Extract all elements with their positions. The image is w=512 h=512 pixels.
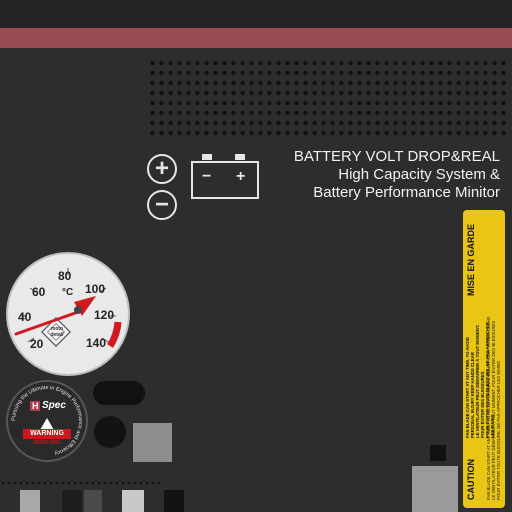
plus-symbol: + bbox=[154, 155, 169, 182]
panel-title-line3: Battery Performance Minitor bbox=[313, 184, 500, 201]
gauge-tick-40: 40 bbox=[18, 310, 32, 324]
gauge-tick-100: 100 bbox=[85, 282, 106, 296]
top-strip bbox=[0, 0, 512, 28]
warning-label: WARNING bbox=[23, 429, 71, 439]
caution-line1: FAN BLADE CAN START AT ANY TIME. TO AVOI… bbox=[465, 337, 475, 438]
brand-prefix: H bbox=[32, 401, 39, 411]
gauge-tick-60: 60 bbox=[32, 285, 46, 299]
caution-label: CAUTION FAN BLADE CAN START AT ANY TIME.… bbox=[463, 210, 505, 508]
caution-line2: LE VENTILATEUR PEUT DÉMARRER À TOUT MOME… bbox=[475, 324, 485, 438]
square-button[interactable] bbox=[133, 423, 172, 462]
plus-icon: + bbox=[147, 154, 177, 184]
caution-line3b: POUR ÉVITER TOUTE BLESSURE, NE PAS APPRO… bbox=[496, 361, 501, 500]
bottom-chip-5 bbox=[164, 490, 184, 512]
round-button[interactable] bbox=[94, 416, 126, 448]
gauge-redzone bbox=[106, 321, 122, 348]
warning-sublabel: REMOVING bbox=[33, 440, 61, 446]
minus-symbol: − bbox=[154, 191, 169, 218]
gauge-hub bbox=[74, 306, 82, 314]
battery-terminal-positive bbox=[235, 154, 245, 160]
indicator-square bbox=[430, 445, 446, 461]
bottom-chip-2 bbox=[62, 490, 82, 512]
gauge-unit: °C bbox=[62, 287, 74, 298]
bottom-dot-row bbox=[0, 481, 160, 485]
battery-terminal-negative bbox=[202, 154, 212, 160]
red-accent-stripe bbox=[0, 28, 512, 48]
slot-button[interactable] bbox=[93, 381, 145, 405]
bottom-chip-3 bbox=[84, 490, 102, 512]
gauge-tick-80: 80 bbox=[58, 269, 72, 283]
battery-icon: − + bbox=[191, 161, 259, 199]
warning-badge: Pursuing the Ultimate in Engine Performa… bbox=[6, 380, 88, 462]
badge-ring: Pursuing the Ultimate in Engine Performa… bbox=[11, 385, 83, 456]
gauge-tick-20: 20 bbox=[30, 337, 44, 351]
bottom-chip-4 bbox=[122, 490, 144, 512]
caution-header-en: CAUTION bbox=[466, 459, 476, 500]
battery-minus-sign: − bbox=[202, 168, 212, 185]
brand-name: Spec bbox=[42, 400, 66, 411]
caution-header-fr: MISE EN GARDE bbox=[466, 223, 476, 296]
bottom-chip-1 bbox=[20, 490, 40, 512]
grey-block bbox=[412, 466, 458, 512]
vent-grille bbox=[148, 58, 506, 140]
caution-body-text-2: FAN BLADE CAN START AT ANY TIME. TO AVOI… bbox=[486, 305, 501, 500]
panel-title-line2: High Capacity System & bbox=[338, 166, 500, 183]
battery-plus-sign: + bbox=[236, 168, 246, 185]
gauge-tick-140: 140 bbox=[86, 336, 107, 350]
panel-title-line1: BATTERY VOLT DROP&REAL bbox=[293, 148, 500, 165]
minus-icon: − bbox=[147, 190, 177, 220]
gauge-tick-120: 120 bbox=[94, 308, 115, 322]
gauge-logo-text: moto detail bbox=[50, 326, 64, 338]
temperature-gauge: 20 40 60 80 100 120 140 °C moto detail bbox=[6, 252, 130, 376]
